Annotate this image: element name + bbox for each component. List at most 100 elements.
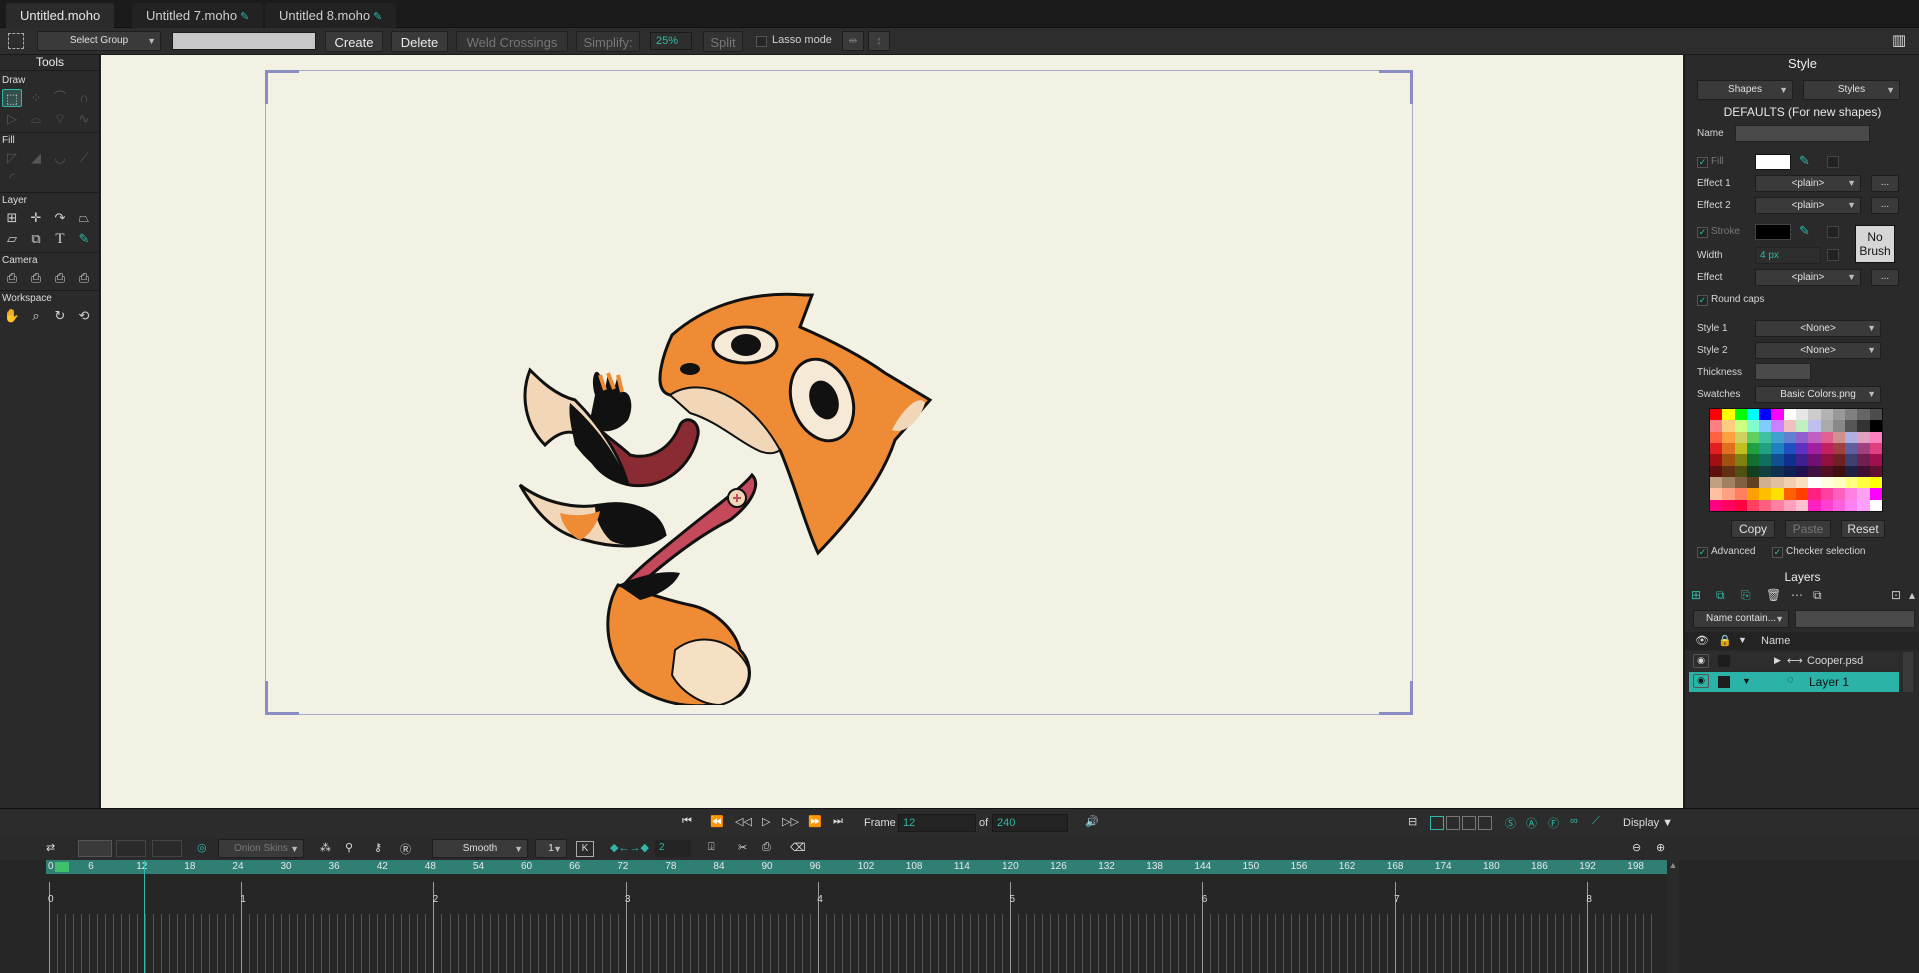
color-swatch[interactable]: [1832, 409, 1846, 421]
color-swatch[interactable]: [1734, 488, 1748, 501]
color-swatch[interactable]: [1759, 499, 1772, 512]
visibility-eye-icon[interactable]: ◉: [1693, 654, 1709, 668]
zoom-in-icon[interactable]: ⊕: [1656, 841, 1665, 854]
color-swatch[interactable]: [1783, 499, 1797, 512]
color-swatch[interactable]: [1869, 431, 1883, 444]
channels-tab[interactable]: [78, 840, 112, 857]
text-tool-icon[interactable]: T: [50, 230, 70, 248]
color-swatch[interactable]: [1820, 499, 1834, 512]
new-layer-icon[interactable]: ⊞: [1691, 588, 1701, 602]
simplify-button[interactable]: Simplify:: [576, 31, 640, 52]
create-button[interactable]: Create: [325, 31, 383, 52]
effect1-more-button[interactable]: ...: [1871, 175, 1899, 192]
color-swatch-palette[interactable]: [1709, 408, 1883, 512]
color-swatch[interactable]: [1722, 499, 1736, 512]
group-name-field[interactable]: [172, 32, 316, 50]
color-swatch[interactable]: [1845, 409, 1858, 421]
copy-button[interactable]: Copy: [1731, 520, 1775, 538]
color-swatch[interactable]: [1734, 431, 1748, 444]
color-swatch[interactable]: [1808, 420, 1822, 433]
weld-crossings-button[interactable]: Weld Crossings: [456, 31, 568, 52]
color-swatch[interactable]: [1808, 454, 1822, 467]
color-swatch[interactable]: [1857, 477, 1871, 489]
frame-input[interactable]: 12: [898, 814, 976, 832]
split-button[interactable]: Split: [703, 31, 743, 52]
color-swatch[interactable]: [1869, 420, 1883, 433]
color-swatch[interactable]: [1820, 488, 1834, 501]
playhead[interactable]: [144, 860, 145, 973]
color-swatch[interactable]: [1832, 443, 1846, 455]
color-swatch[interactable]: [1857, 465, 1871, 478]
color-swatch[interactable]: [1759, 409, 1772, 421]
end-frame-input[interactable]: 240: [992, 814, 1068, 832]
timeline-scrollbar[interactable]: ▲: [1667, 860, 1679, 973]
color-swatch[interactable]: [1746, 443, 1760, 455]
color-swatch[interactable]: [1783, 420, 1797, 433]
layer-color-box[interactable]: [1718, 655, 1730, 667]
fill-checkbox[interactable]: ✓: [1697, 157, 1708, 168]
color-swatch[interactable]: [1869, 488, 1883, 501]
fox-character-illustration[interactable]: [500, 285, 940, 705]
color-swatch[interactable]: [1783, 488, 1797, 501]
effect-more-button[interactable]: ...: [1871, 269, 1899, 286]
color-swatch[interactable]: [1771, 499, 1785, 512]
style1-dropdown[interactable]: <None> ▼: [1755, 320, 1881, 337]
color-swatch[interactable]: [1869, 499, 1883, 512]
color-swatch[interactable]: [1746, 454, 1760, 467]
color-swatch[interactable]: [1808, 465, 1822, 478]
color-swatch[interactable]: [1771, 465, 1785, 478]
color-swatch[interactable]: [1771, 443, 1785, 455]
color-swatch[interactable]: [1771, 454, 1785, 467]
flip-vertical-icon[interactable]: ↕: [868, 31, 890, 51]
color-swatch[interactable]: [1820, 465, 1834, 478]
collapse-icon[interactable]: ▴: [1909, 588, 1915, 602]
split-view-icon[interactable]: [1446, 816, 1460, 830]
color-swatch[interactable]: [1857, 409, 1871, 421]
more-icon[interactable]: ⋯: [1791, 588, 1803, 602]
fullscreen-icon[interactable]: ⊟: [1408, 815, 1417, 828]
color-swatch[interactable]: [1808, 477, 1822, 489]
color-swatch[interactable]: [1771, 431, 1785, 444]
color-swatch[interactable]: [1710, 499, 1723, 512]
reset-button[interactable]: Reset: [1841, 520, 1885, 538]
color-swatch[interactable]: [1820, 477, 1834, 489]
switch-layer-tool-icon[interactable]: ⧉: [26, 230, 46, 248]
color-swatch[interactable]: [1869, 454, 1883, 467]
color-swatch[interactable]: [1857, 454, 1871, 467]
swap-icon[interactable]: ⇄: [46, 841, 55, 854]
color-swatch[interactable]: [1746, 477, 1760, 489]
color-swatch[interactable]: [1832, 454, 1846, 467]
color-swatch[interactable]: [1722, 465, 1736, 478]
onion-display-icon[interactable]: ∞: [1570, 815, 1578, 827]
effect2-dropdown[interactable]: <plain> ▼: [1755, 197, 1861, 214]
color-swatch[interactable]: [1796, 477, 1809, 489]
camera-tilt-tool-icon[interactable]: ⎙: [74, 269, 94, 287]
fill-color-swatch[interactable]: [1755, 154, 1791, 170]
color-swatch[interactable]: [1722, 454, 1736, 467]
hand-tool-icon[interactable]: ✋: [2, 307, 22, 325]
marker-icon[interactable]: ⍗: [708, 841, 715, 854]
color-swatch[interactable]: [1746, 465, 1760, 478]
color-swatch[interactable]: [1710, 443, 1723, 455]
fill-eyedropper-icon[interactable]: ✎: [1799, 153, 1810, 169]
color-swatch[interactable]: [1759, 465, 1772, 478]
color-swatch[interactable]: [1722, 477, 1736, 489]
fill-toggle[interactable]: [1827, 156, 1839, 168]
effect-dropdown[interactable]: <plain> ▼: [1755, 269, 1861, 286]
color-swatch[interactable]: [1783, 431, 1797, 444]
color-swatch[interactable]: [1832, 420, 1846, 433]
copy-layer-icon[interactable]: ⧉: [1813, 588, 1822, 603]
interpolation-dropdown[interactable]: Smooth ▼: [432, 839, 528, 858]
color-swatch[interactable]: [1722, 420, 1736, 433]
select-group-dropdown[interactable]: Select Group ▼: [37, 31, 161, 51]
width-field[interactable]: 4 px: [1755, 247, 1821, 264]
color-swatch[interactable]: [1857, 499, 1871, 512]
color-swatch[interactable]: [1857, 420, 1871, 433]
select-points-tool-icon[interactable]: ⬚: [2, 89, 22, 107]
freehand-tool-icon[interactable]: ∩: [74, 89, 94, 107]
noise-tool-icon[interactable]: ∿: [74, 110, 94, 128]
effect2-more-button[interactable]: ...: [1871, 197, 1899, 214]
add-point-tool-icon[interactable]: ⌒: [50, 89, 70, 107]
styles-dropdown[interactable]: Styles ▼: [1803, 80, 1900, 100]
color-swatch[interactable]: [1734, 477, 1748, 489]
